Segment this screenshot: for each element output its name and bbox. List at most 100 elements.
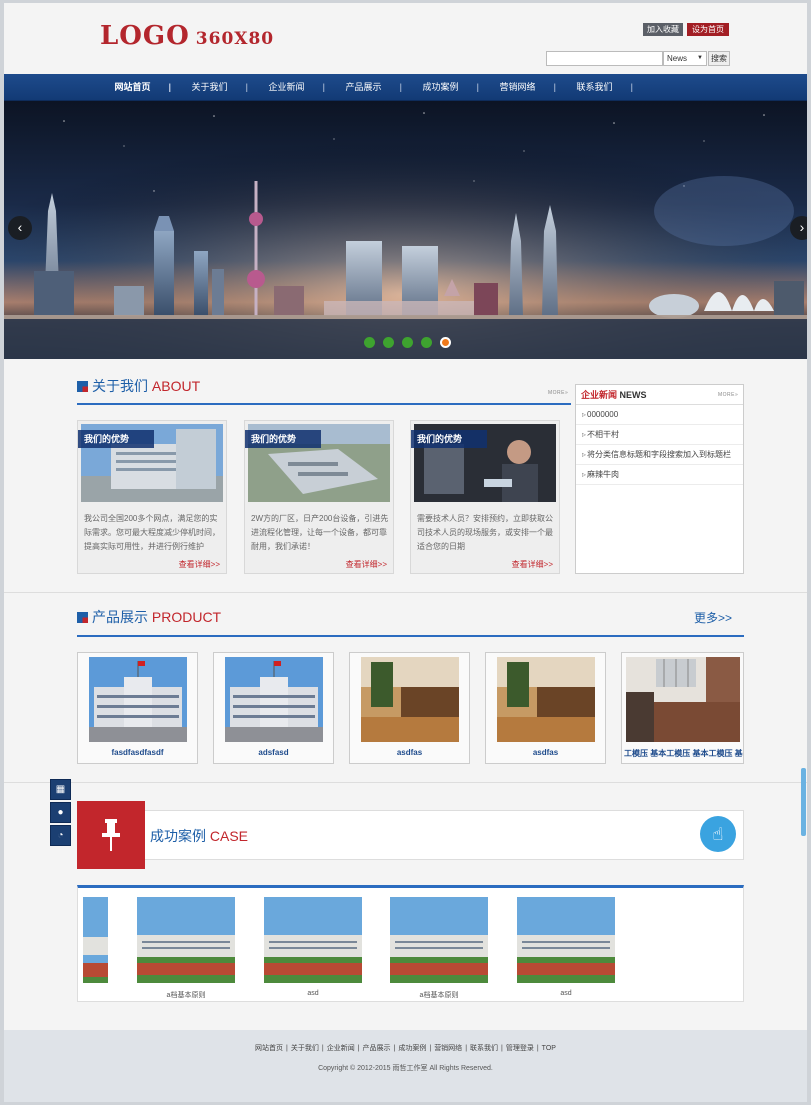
product-card-4[interactable]: asdfas — [485, 652, 606, 764]
footer-link-home[interactable]: 网站首页 — [255, 1045, 283, 1052]
case-image-2[interactable] — [264, 897, 362, 983]
section-divider — [4, 592, 807, 593]
advantage-text-3: 需要技术人员？安排预约，立即获取公司技术人员的现场服务，或安排一个最适合您的日期 — [417, 514, 553, 551]
case-label-3: a档基本原则 — [419, 992, 459, 999]
search-input[interactable] — [546, 51, 663, 66]
logo-main: LOGO — [100, 21, 190, 51]
product-card-2[interactable]: adsfasd — [213, 652, 334, 764]
city-skyline-image — [4, 101, 807, 359]
case-image-partial[interactable] — [83, 897, 108, 983]
product-label-2: adsfasd — [258, 748, 289, 757]
chevron-down-icon: ▼ — [697, 55, 703, 61]
product-underline — [77, 635, 744, 637]
section-square-icon — [77, 381, 88, 392]
banner-dot-4[interactable] — [421, 337, 432, 348]
advantage-detail-link-1[interactable]: 查看详细>> — [179, 559, 220, 570]
product-image-5 — [626, 657, 740, 742]
news-item[interactable]: 将分类信息标题和字段搜索加入到标题栏 — [576, 445, 743, 465]
banner-dot-5[interactable] — [440, 337, 451, 348]
nav-item-network[interactable]: 营销网络 — [479, 74, 556, 101]
advantage-detail-link-2[interactable]: 查看详细>> — [346, 559, 387, 570]
section-square-icon — [77, 612, 88, 623]
advantage-caption-1: 我们的优势 — [78, 430, 154, 448]
about-more-link[interactable]: MORE» — [548, 390, 568, 396]
news-box: 企业新闻 NEWS MORE» 0000000 不相干村 将分类信息标题和字段搜… — [575, 384, 744, 574]
footer-link-news[interactable]: 企业新闻 — [327, 1045, 355, 1052]
product-label-3: asdfas — [396, 748, 423, 757]
case-image-4[interactable] — [517, 897, 615, 983]
footer-link-network[interactable]: 营销网络 — [434, 1045, 462, 1052]
case-label-1: a档基本原则 — [166, 992, 206, 999]
nav-item-products[interactable]: 产品展示 — [325, 74, 402, 101]
advantage-caption-3: 我们的优势 — [411, 430, 487, 448]
product-card-1[interactable]: fasdfasdfasdf — [77, 652, 198, 764]
case-title-en: CASE — [209, 828, 249, 844]
nav-item-home[interactable]: 网站首页 — [94, 74, 171, 101]
advantage-card-1[interactable]: 我们的优势 我公司全国200多个网点，满足您的实际需求。您可最大程度减少停机时间… — [77, 420, 227, 574]
banner-dot-3[interactable] — [402, 337, 413, 348]
footer-links: 网站首页 | 关于我们 | 企业新闻 | 产品展示 | 成功案例 | 营销网络 | 联系我们 | 管理登录 |… — [255, 1045, 556, 1052]
hand-pointer-icon[interactable]: ☝ — [700, 816, 736, 852]
about-title-en: ABOUT — [151, 378, 201, 394]
nav-item-news[interactable]: 企业新闻 — [248, 74, 325, 101]
product-image-4 — [497, 657, 595, 742]
banner-pagination — [364, 337, 459, 350]
banner-next-button[interactable]: › — [790, 216, 807, 240]
banner-dot-2[interactable] — [383, 337, 394, 348]
section-divider — [4, 782, 807, 783]
news-item[interactable]: 不相干村 — [576, 425, 743, 445]
footer-link-cases[interactable]: 成功案例 — [398, 1045, 426, 1052]
footer-link-about[interactable]: 关于我们 — [291, 1045, 319, 1052]
search-category-select[interactable]: News ▼ — [663, 51, 707, 66]
case-label-2: asd — [307, 990, 319, 997]
banner-slider[interactable]: ‹ › — [4, 101, 807, 359]
case-image-1[interactable] — [137, 897, 235, 983]
wechat-icon[interactable]: ◔ — [50, 825, 71, 846]
header: LOGO 360X80 加入收藏 设为首页 News ▼ 搜索 — [4, 3, 807, 74]
advantage-text-1: 我公司全国200多个网点，满足您的实际需求。您可最大程度减少停机时间，提高实际可… — [84, 514, 220, 551]
product-label-4: asdfas — [532, 748, 559, 757]
copyright: Copyright © 2012-2015 雨哲工作室 All Rights R… — [318, 1065, 493, 1072]
pin-icon — [77, 801, 145, 869]
product-label-5: 工模压 基本工模压 基本工模压 基 — [624, 749, 743, 758]
news-more-link[interactable]: MORE» — [718, 392, 738, 398]
product-card-5[interactable]: 工模压 基本工模压 基本工模压 基 — [621, 652, 744, 764]
nav-item-contact[interactable]: 联系我们 — [556, 74, 633, 101]
search-button[interactable]: 搜索 — [708, 51, 730, 66]
product-more-link[interactable]: 更多>> — [694, 609, 732, 626]
product-image-3 — [361, 657, 459, 742]
news-title-cn: 企业新闻 — [581, 390, 618, 400]
qr-code-icon[interactable]: ▦ — [50, 779, 71, 800]
product-title: 产品展示 PRODUCT — [77, 607, 221, 627]
logo[interactable]: LOGO 360X80 — [100, 21, 274, 51]
product-image-2 — [225, 657, 323, 742]
add-favorite-button[interactable]: 加入收藏 — [643, 23, 683, 36]
user-icon[interactable]: ● — [50, 802, 71, 823]
nav-item-cases[interactable]: 成功案例 — [402, 74, 479, 101]
case-title-cn: 成功案例 — [150, 828, 206, 844]
logo-size: 360X80 — [195, 29, 275, 49]
page: LOGO360X80 加入收藏 设为首页 News ▼ 搜索 网站首页 关于我们 … — [4, 3, 807, 1102]
news-item[interactable]: 麻辣牛肉 — [576, 465, 743, 485]
banner-dot-1[interactable] — [364, 337, 375, 348]
footer-link-admin[interactable]: 管理登录 — [506, 1045, 534, 1052]
footer-link-top[interactable]: TOP — [542, 1045, 556, 1052]
footer-link-contact[interactable]: 联系我们 — [470, 1045, 498, 1052]
set-homepage-button[interactable]: 设为首页 — [687, 23, 729, 36]
banner-prev-button[interactable]: ‹ — [8, 216, 32, 240]
news-item[interactable]: 0000000 — [576, 405, 743, 425]
product-card-3[interactable]: asdfas — [349, 652, 470, 764]
case-label-4: asd — [560, 990, 572, 997]
advantage-card-2[interactable]: 我们的优势 2W方的厂区，日产200台设备，引进先进流程化管理，让每一个设备，都… — [244, 420, 394, 574]
case-list: a档基本原则 asd a档基本原则 asd — [77, 885, 744, 1002]
nav-item-about[interactable]: 关于我们 — [171, 74, 248, 101]
about-title: 关于我们 ABOUT — [77, 376, 200, 396]
product-image-1 — [89, 657, 187, 742]
case-image-3[interactable] — [390, 897, 488, 983]
advantage-detail-link-3[interactable]: 查看详细>> — [512, 559, 553, 570]
footer-link-products[interactable]: 产品展示 — [363, 1045, 391, 1052]
advantage-caption-2: 我们的优势 — [245, 430, 321, 448]
advantage-card-3[interactable]: 我们的优势 需要技术人员？安排预约，立即获取公司技术人员的现场服务，或安排一个最… — [410, 420, 560, 574]
case-title: 成功案例 CASE — [150, 826, 248, 846]
page-scrollbar[interactable] — [801, 768, 806, 836]
